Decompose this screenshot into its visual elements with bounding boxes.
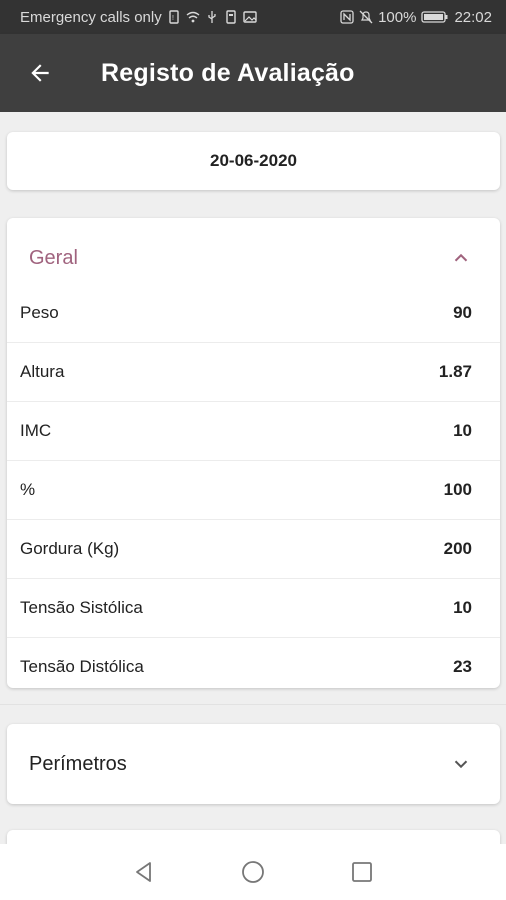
row-tensao-distolica: Tensão Distólica 23 <box>7 637 500 696</box>
row-imc: IMC 10 <box>7 401 500 460</box>
perimetros-title: Perímetros <box>29 752 127 775</box>
circle-home-icon <box>242 861 264 883</box>
nav-back-button[interactable] <box>124 852 164 892</box>
row-peso: Peso 90 <box>7 298 500 328</box>
battery-percent: 100% <box>378 8 417 26</box>
row-value: 1.87 <box>438 362 472 381</box>
row-altura: Altura 1.87 <box>7 342 500 401</box>
nfc-icon <box>340 10 354 24</box>
status-right: 100% 22:02 <box>340 9 492 26</box>
nav-recents-button[interactable] <box>342 852 382 892</box>
geral-rows: Peso 90 Altura 1.87 IMC 10 % 100 Gordura… <box>7 298 500 696</box>
row-label: Peso <box>20 303 59 322</box>
wifi-icon <box>186 10 200 24</box>
row-tensao-sistolica: Tensão Sistólica 10 <box>7 578 500 637</box>
status-bar: Emergency calls only ! 100% 22:02 <box>0 0 506 34</box>
system-nav-bar <box>0 844 506 900</box>
chevron-up-icon <box>454 253 468 262</box>
sim-icon: ! <box>167 10 181 24</box>
row-value: 100 <box>443 480 472 499</box>
row-gordura: Gordura (Kg) 200 <box>7 519 500 578</box>
row-label: IMC <box>20 421 52 440</box>
row-label: % <box>20 480 36 499</box>
row-percent: % 100 <box>7 460 500 519</box>
square-recents-icon <box>351 862 372 882</box>
perimetros-section[interactable]: Perímetros <box>7 724 500 804</box>
arrow-back-icon <box>31 64 49 82</box>
date-card[interactable]: 20-06-2020 <box>7 132 500 190</box>
geral-section: Geral Peso 90 Altura 1.87 IMC 10 % 100 G… <box>7 218 500 688</box>
row-value: 23 <box>453 657 472 676</box>
carrier-text: Emergency calls only <box>20 8 162 26</box>
status-left: Emergency calls only ! <box>20 9 257 26</box>
row-value: 10 <box>453 421 472 440</box>
row-label: Altura <box>20 362 65 381</box>
evaluation-date: 20-06-2020 <box>210 151 297 170</box>
triangle-back-icon <box>136 862 152 882</box>
usb-icon <box>205 10 219 24</box>
row-value: 10 <box>453 598 472 617</box>
back-button[interactable] <box>25 58 55 88</box>
row-value: 200 <box>443 539 472 558</box>
row-value: 90 <box>453 303 472 322</box>
image-icon <box>243 10 257 24</box>
next-section-card[interactable] <box>7 830 500 844</box>
clock: 22:02 <box>454 8 492 26</box>
phone-storage-icon <box>224 10 238 24</box>
svg-text:!: ! <box>172 15 174 22</box>
row-label: Tensão Sistólica <box>20 598 143 617</box>
nav-home-button[interactable] <box>233 852 273 892</box>
row-label: Gordura (Kg) <box>20 539 120 558</box>
geral-title: Geral <box>29 246 78 269</box>
battery-icon <box>421 10 449 24</box>
chevron-down-icon <box>454 760 468 769</box>
section-divider <box>0 704 506 705</box>
geral-header[interactable]: Geral <box>7 218 500 298</box>
page-title: Registo de Avaliação <box>101 58 355 87</box>
silent-bell-icon <box>359 10 373 24</box>
content-area[interactable]: 20-06-2020 Geral Peso 90 Altura 1.87 IMC… <box>0 112 506 844</box>
app-bar: Registo de Avaliação <box>0 34 506 112</box>
row-label: Tensão Distólica <box>20 657 144 676</box>
